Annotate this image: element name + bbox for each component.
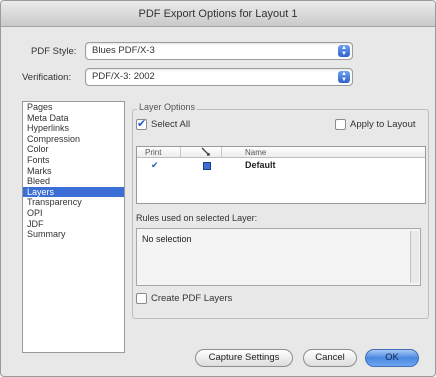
verification-popup[interactable]: PDF/X-3: 2002 ▲ ▼ xyxy=(85,68,353,86)
color-swatch-icon xyxy=(203,161,211,173)
sidebar-item-summary[interactable]: Summary xyxy=(23,229,124,240)
sidebar-item-marks[interactable]: Marks xyxy=(23,166,124,177)
ok-button[interactable]: OK xyxy=(365,349,419,367)
rules-label: Rules used on selected Layer: xyxy=(136,213,258,223)
sidebar-item-color[interactable]: Color xyxy=(23,144,124,155)
sidebar-item-bleed[interactable]: Bleed xyxy=(23,176,124,187)
popup-arrows-icon: ▲ ▼ xyxy=(338,71,350,83)
sidebar-item-fonts[interactable]: Fonts xyxy=(23,155,124,166)
column-separator xyxy=(221,147,222,158)
rules-scrollbar[interactable] xyxy=(410,231,419,283)
column-name[interactable]: Name xyxy=(245,147,266,158)
layers-table: Print Name ✔ Default xyxy=(136,146,426,204)
rules-content: No selection xyxy=(142,234,192,244)
window-title: PDF Export Options for Layout 1 xyxy=(1,1,435,27)
dialog-window: PDF Export Options for Layout 1 PDF Styl… xyxy=(0,0,436,377)
sidebar-item-compression[interactable]: Compression xyxy=(23,134,124,145)
print-check-icon[interactable]: ✔ xyxy=(151,159,159,171)
table-row[interactable]: ✔ Default xyxy=(137,159,425,171)
sidebar-item-hyperlinks[interactable]: Hyperlinks xyxy=(23,123,124,134)
pdf-style-popup[interactable]: Blues PDF/X-3 ▲ ▼ xyxy=(85,42,353,60)
pdf-style-label: PDF Style: xyxy=(31,46,77,57)
layer-options-title: Layer Options xyxy=(137,102,198,112)
sidebar-item-pages[interactable]: Pages xyxy=(23,102,124,113)
popup-arrows-icon: ▲ ▼ xyxy=(338,45,350,57)
sidebar-item-layers[interactable]: Layers xyxy=(23,186,124,198)
create-pdf-layers-checkbox[interactable] xyxy=(136,293,147,304)
pdf-style-value: Blues PDF/X-3 xyxy=(92,45,155,56)
sidebar-item-opi[interactable]: OPI xyxy=(23,208,124,219)
apply-to-layout-checkbox[interactable] xyxy=(335,119,346,130)
capture-settings-button[interactable]: Capture Settings xyxy=(195,349,293,367)
column-separator xyxy=(180,147,181,158)
category-list: Pages Meta Data Hyperlinks Compression Color… xyxy=(22,101,125,353)
verification-label: Verification: xyxy=(22,72,72,83)
layer-name: Default xyxy=(245,160,276,170)
sidebar-item-jdf[interactable]: JDF xyxy=(23,219,124,230)
layers-table-header: Print Name xyxy=(137,147,425,158)
verification-value: PDF/X-3: 2002 xyxy=(92,71,155,82)
cancel-button[interactable]: Cancel xyxy=(303,349,357,367)
apply-to-layout-label: Apply to Layout xyxy=(350,119,416,130)
create-pdf-layers-label: Create PDF Layers xyxy=(151,293,233,304)
rules-box: No selection xyxy=(136,228,421,286)
sidebar-item-meta-data[interactable]: Meta Data xyxy=(23,113,124,124)
select-all-label: Select All xyxy=(151,119,191,130)
sidebar-item-transparency[interactable]: Transparency xyxy=(23,197,124,208)
column-print[interactable]: Print xyxy=(145,147,161,158)
select-all-checkbox[interactable] xyxy=(136,117,147,130)
